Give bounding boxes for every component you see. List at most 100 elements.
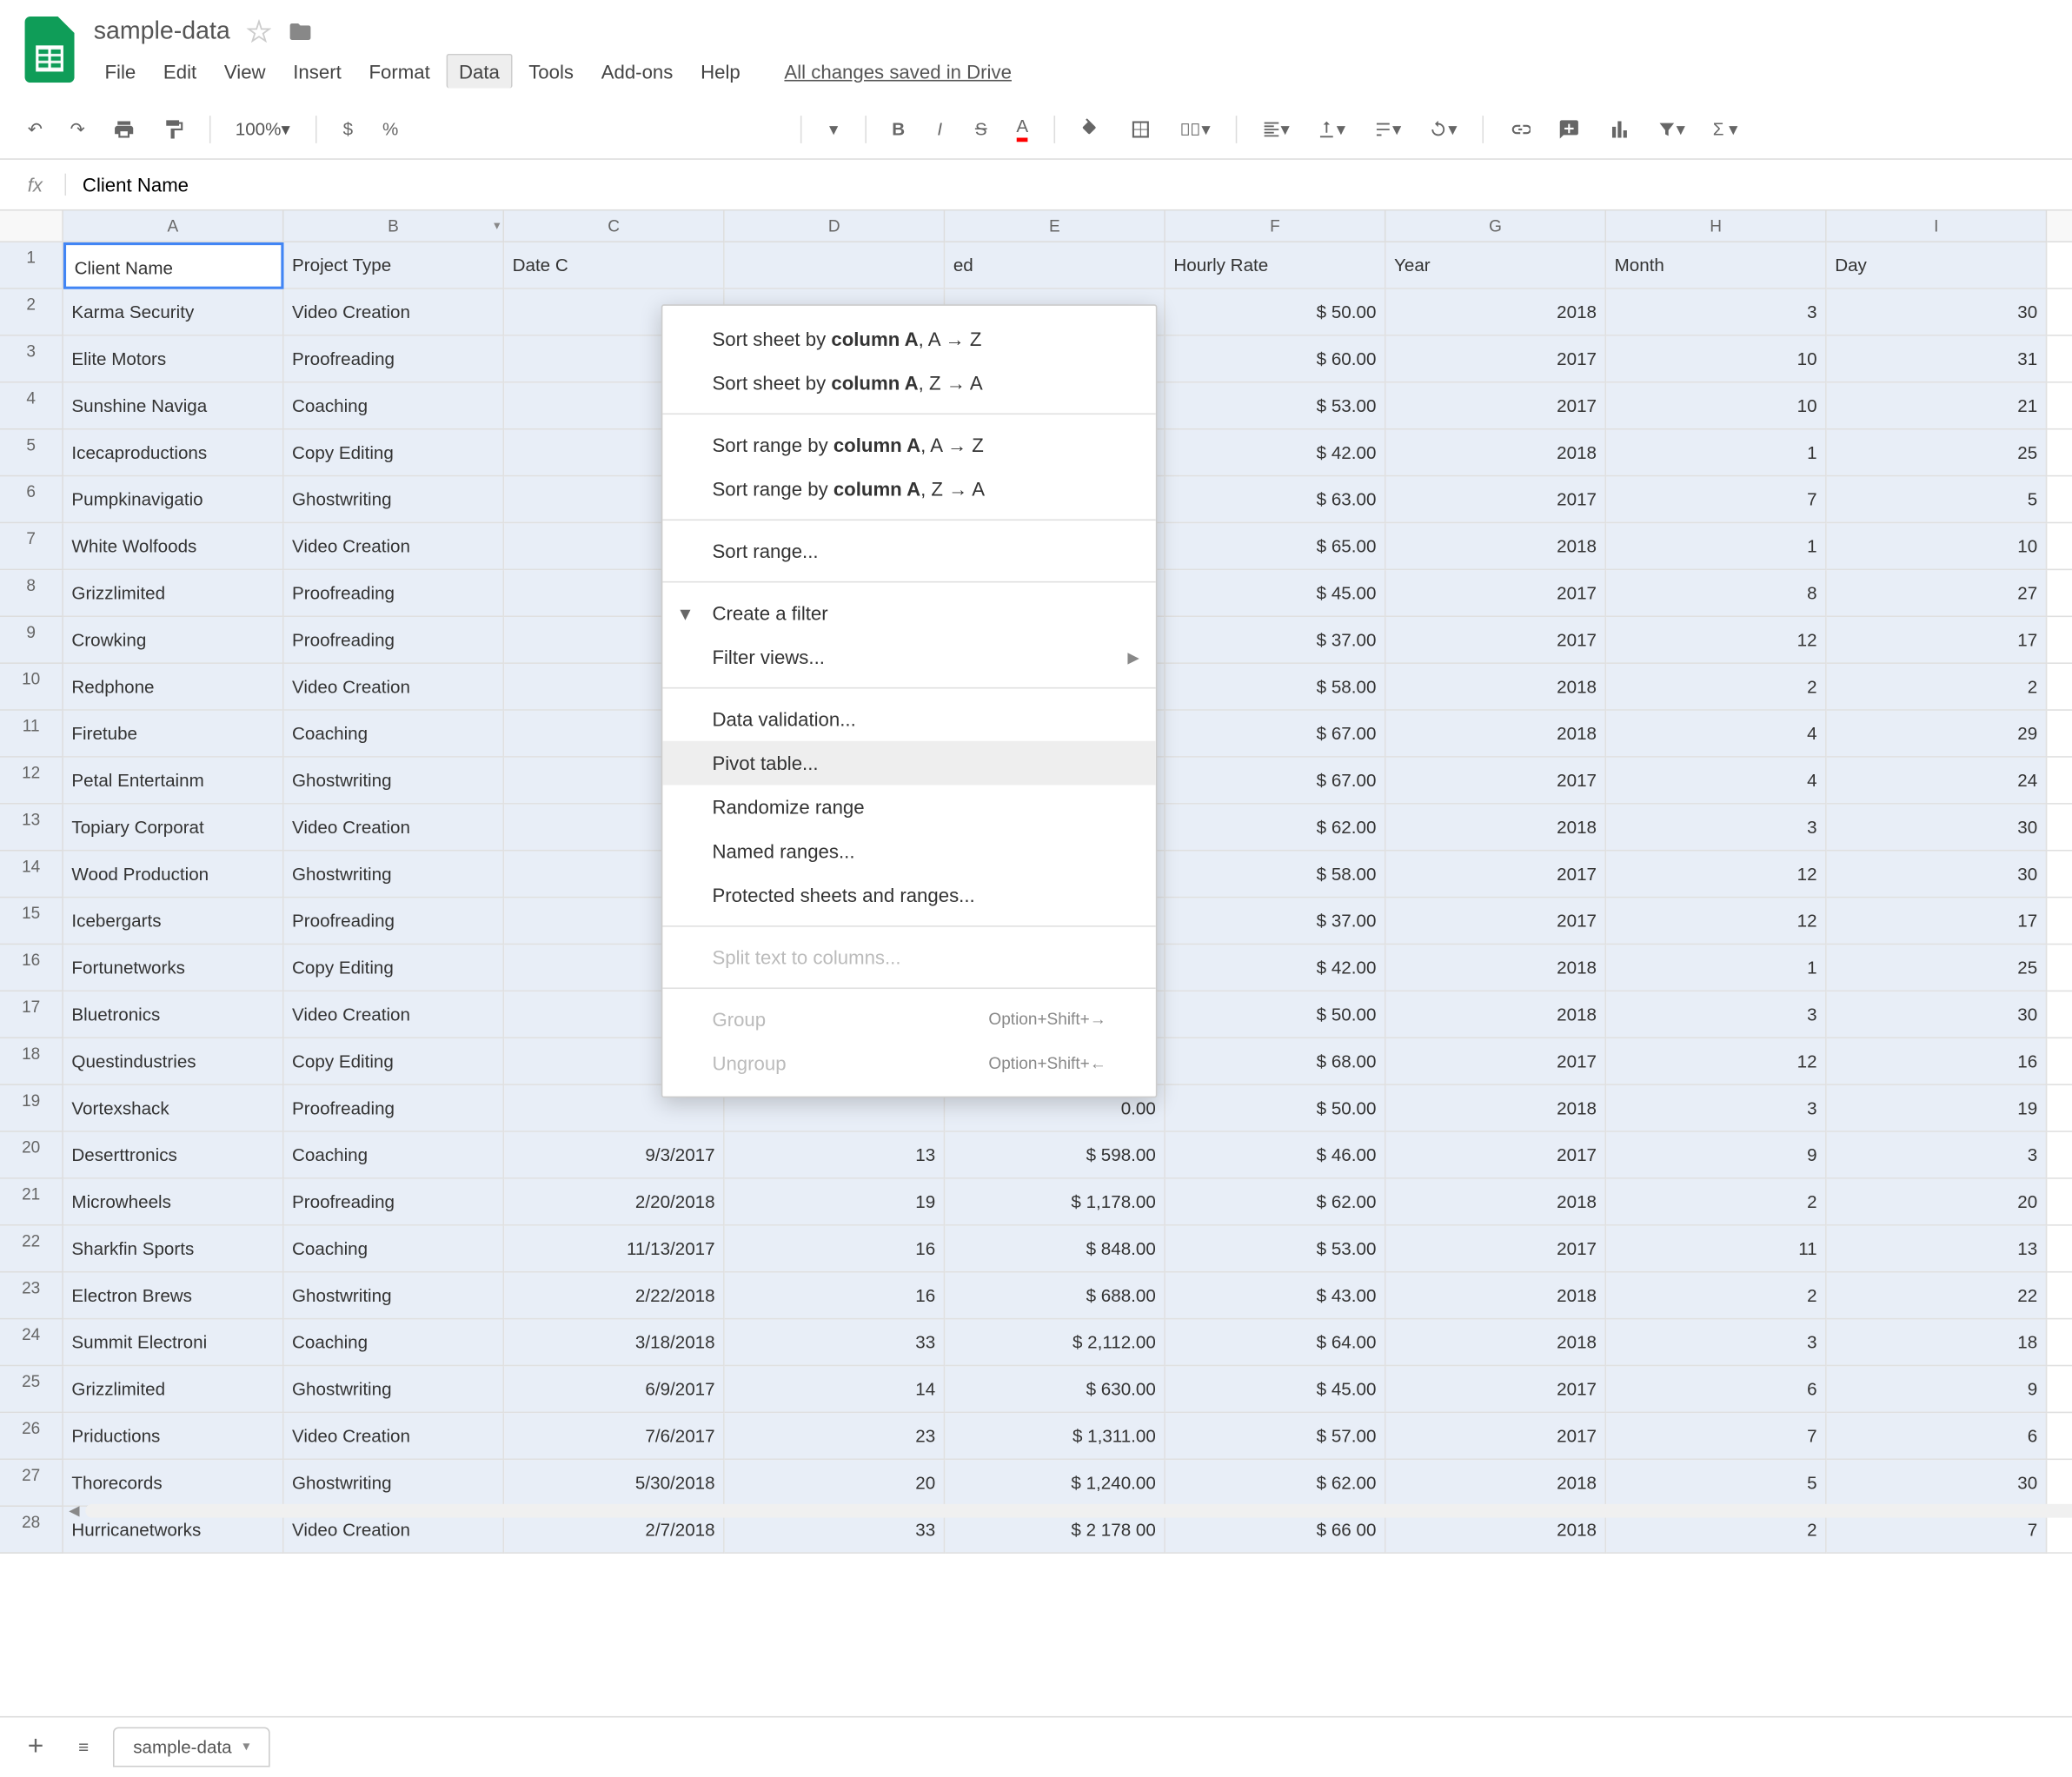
cell-2-J[interactable]	[2047, 289, 2072, 336]
cell-13-I[interactable]: 30	[1827, 805, 2048, 852]
cell-23-H[interactable]: 2	[1606, 1273, 1827, 1320]
cell-11-F[interactable]: $ 67.00	[1166, 711, 1386, 758]
cell-16-B[interactable]: Copy Editing	[284, 945, 505, 991]
cell-25-J[interactable]	[2047, 1366, 2072, 1413]
cell-14-J[interactable]	[2047, 852, 2072, 898]
cell-14-A[interactable]: Wood Production	[63, 852, 284, 898]
cell-13-H[interactable]: 3	[1606, 805, 1827, 852]
cell-21-B[interactable]: Proofreading	[284, 1179, 505, 1226]
cell-21-F[interactable]: $ 62.00	[1166, 1179, 1386, 1226]
more-formats-button[interactable]: ▾	[816, 109, 852, 148]
cell-11-A[interactable]: Firetube	[63, 711, 284, 758]
cell-18-A[interactable]: Questindustries	[63, 1038, 284, 1085]
cell-20-I[interactable]: 3	[1827, 1132, 2048, 1179]
cell-26-D[interactable]: 23	[725, 1413, 946, 1460]
cell-3-J[interactable]	[2047, 336, 2072, 383]
cell-24-C[interactable]: 3/18/2018	[504, 1319, 725, 1366]
row-header-8[interactable]: 8	[0, 570, 63, 617]
cell-5-A[interactable]: Icecaproductions	[63, 430, 284, 477]
cell-26-A[interactable]: Priductions	[63, 1413, 284, 1460]
cell-22-D[interactable]: 16	[725, 1226, 946, 1273]
cell-21-J[interactable]	[2047, 1179, 2072, 1226]
cell-5-H[interactable]: 1	[1606, 430, 1827, 477]
col-header-G[interactable]: G	[1386, 211, 1607, 242]
cell-7-J[interactable]	[2047, 523, 2072, 570]
col-header-H[interactable]: H	[1606, 211, 1827, 242]
row-header-16[interactable]: 16	[0, 945, 63, 991]
cell-21-D[interactable]: 19	[725, 1179, 946, 1226]
cell-13-A[interactable]: Topiary Corporat	[63, 805, 284, 852]
cell-24-E[interactable]: $ 2,112.00	[945, 1319, 1166, 1366]
cell-1-G[interactable]: Year	[1386, 242, 1607, 289]
dd-named-ranges[interactable]: Named ranges...	[662, 829, 1155, 873]
row-header-19[interactable]: 19	[0, 1085, 63, 1132]
dd-sort-range-az[interactable]: Sort range by column A, A → Z	[662, 423, 1155, 467]
cell-7-F[interactable]: $ 65.00	[1166, 523, 1386, 570]
cell-22-I[interactable]: 13	[1827, 1226, 2048, 1273]
cell-3-B[interactable]: Proofreading	[284, 336, 505, 383]
cell-1-B[interactable]: Project Type	[284, 242, 505, 289]
col-header-E[interactable]: E	[945, 211, 1166, 242]
zoom-select[interactable]: 100% ▾	[224, 112, 301, 145]
cell-14-I[interactable]: 30	[1827, 852, 2048, 898]
cell-1-H[interactable]: Month	[1606, 242, 1827, 289]
cell-5-I[interactable]: 25	[1827, 430, 2048, 477]
cell-19-B[interactable]: Proofreading	[284, 1085, 505, 1132]
dd-sort-range-za[interactable]: Sort range by column A, Z → A	[662, 467, 1155, 511]
column-dropdown-icon[interactable]: ▾	[494, 218, 500, 233]
cell-3-F[interactable]: $ 60.00	[1166, 336, 1386, 383]
cell-26-E[interactable]: $ 1,311.00	[945, 1413, 1166, 1460]
cell-22-F[interactable]: $ 53.00	[1166, 1226, 1386, 1273]
cell-22-B[interactable]: Coaching	[284, 1226, 505, 1273]
cell-5-F[interactable]: $ 42.00	[1166, 430, 1386, 477]
cell-5-B[interactable]: Copy Editing	[284, 430, 505, 477]
cell-21-G[interactable]: 2018	[1386, 1179, 1607, 1226]
cell-16-G[interactable]: 2018	[1386, 945, 1607, 991]
row-header-26[interactable]: 26	[0, 1413, 63, 1460]
cell-16-F[interactable]: $ 42.00	[1166, 945, 1386, 991]
menu-data[interactable]: Data	[447, 54, 512, 89]
cell-7-I[interactable]: 10	[1827, 523, 2048, 570]
row-header-20[interactable]: 20	[0, 1132, 63, 1179]
sheets-logo[interactable]	[22, 12, 76, 87]
col-header-A[interactable]: A	[63, 211, 284, 242]
cell-19-H[interactable]: 3	[1606, 1085, 1827, 1132]
cell-23-A[interactable]: Electron Brews	[63, 1273, 284, 1320]
cell-25-B[interactable]: Ghostwriting	[284, 1366, 505, 1413]
cell-1-C[interactable]: Date C	[504, 242, 725, 289]
cell-9-A[interactable]: Crowking	[63, 617, 284, 664]
col-header-D[interactable]: D	[725, 211, 946, 242]
cell-23-J[interactable]	[2047, 1273, 2072, 1320]
cell-17-B[interactable]: Video Creation	[284, 991, 505, 1038]
cell-1-A[interactable]: Client Name	[63, 242, 284, 289]
cell-19-F[interactable]: $ 50.00	[1166, 1085, 1386, 1132]
cell-3-G[interactable]: 2017	[1386, 336, 1607, 383]
cell-21-E[interactable]: $ 1,178.00	[945, 1179, 1166, 1226]
cell-20-D[interactable]: 13	[725, 1132, 946, 1179]
row-header-21[interactable]: 21	[0, 1179, 63, 1226]
dd-create-filter[interactable]: ▼Create a filter	[662, 591, 1155, 635]
cell-4-G[interactable]: 2017	[1386, 383, 1607, 430]
menu-insert[interactable]: Insert	[282, 55, 353, 88]
cell-4-I[interactable]: 21	[1827, 383, 2048, 430]
star-icon[interactable]	[247, 18, 272, 43]
cell-9-I[interactable]: 17	[1827, 617, 2048, 664]
cell-4-A[interactable]: Sunshine Naviga	[63, 383, 284, 430]
cell-12-J[interactable]	[2047, 758, 2072, 805]
row-header-5[interactable]: 5	[0, 430, 63, 477]
cell-1-D[interactable]	[725, 242, 946, 289]
menu-format[interactable]: Format	[358, 55, 442, 88]
cell-12-F[interactable]: $ 67.00	[1166, 758, 1386, 805]
cell-11-G[interactable]: 2018	[1386, 711, 1607, 758]
row-header-28[interactable]: 28	[0, 1507, 63, 1554]
cell-11-J[interactable]	[2047, 711, 2072, 758]
cell-15-G[interactable]: 2017	[1386, 898, 1607, 945]
cell-15-I[interactable]: 17	[1827, 898, 2048, 945]
cell-21-A[interactable]: Microwheels	[63, 1179, 284, 1226]
scroll-left-icon[interactable]: ◀	[63, 1503, 85, 1518]
cell-25-E[interactable]: $ 630.00	[945, 1366, 1166, 1413]
drive-save-status[interactable]: All changes saved in Drive	[784, 60, 1012, 82]
cell-19-G[interactable]: 2018	[1386, 1085, 1607, 1132]
paint-format-button[interactable]	[151, 109, 196, 148]
cell-6-F[interactable]: $ 63.00	[1166, 476, 1386, 523]
